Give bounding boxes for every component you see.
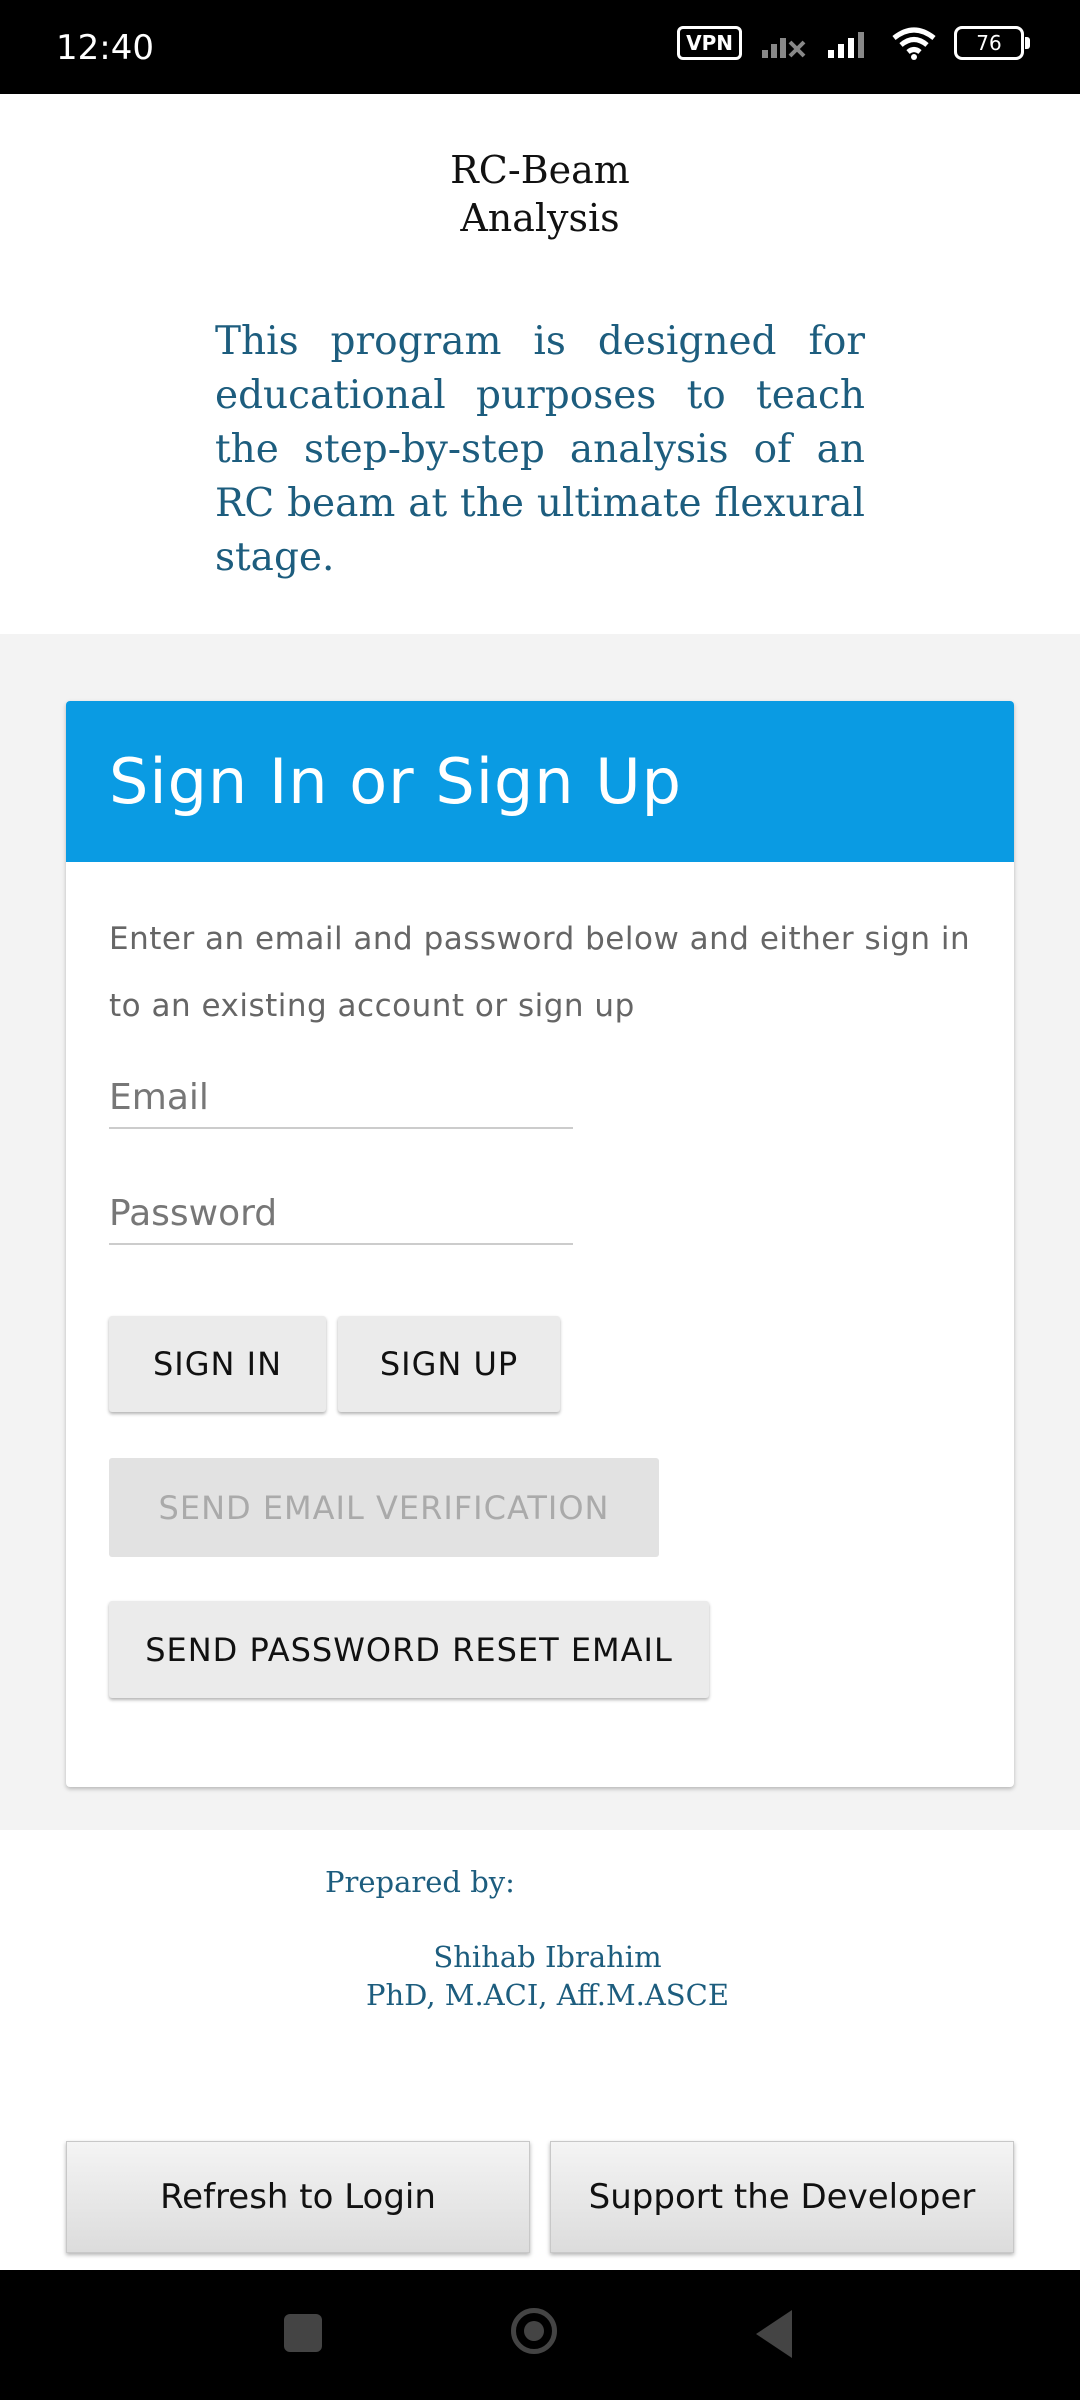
sign-in-button[interactable]: SIGN IN xyxy=(109,1316,326,1412)
send-password-reset-button[interactable]: SEND PASSWORD RESET EMAIL xyxy=(109,1601,709,1698)
title-line: Analysis xyxy=(460,196,620,240)
page-title: RC-Beam Analysis xyxy=(0,146,1080,242)
auth-card-title: Sign In or Sign Up xyxy=(109,745,683,818)
signal-icon xyxy=(828,32,864,58)
status-icons: VPN 76 xyxy=(677,26,1030,60)
status-bar: 12:40 VPN 76 xyxy=(0,0,1080,94)
send-email-verification-button[interactable]: SEND EMAIL VERIFICATION xyxy=(109,1458,659,1557)
email-field[interactable] xyxy=(109,1067,573,1127)
sign-up-button[interactable]: SIGN UP xyxy=(338,1316,560,1412)
back-icon[interactable] xyxy=(756,2310,792,2358)
vpn-icon: VPN xyxy=(677,26,742,60)
recents-icon[interactable] xyxy=(284,2314,322,2352)
author-credits: Shihab Ibrahim PhD, M.ACI, Aff.M.ASCE xyxy=(0,1938,1080,2014)
author-name: Shihab Ibrahim xyxy=(433,1940,662,1974)
navigation-bar xyxy=(0,2270,1080,2400)
author-degrees: PhD, M.ACI, Aff.M.ASCE xyxy=(365,1978,730,2012)
signal-off-icon xyxy=(762,38,806,58)
auth-description: Enter an email and password below and ei… xyxy=(109,921,971,1024)
home-icon[interactable] xyxy=(511,2308,557,2354)
auth-card: Sign In or Sign Up Enter an email and pa… xyxy=(66,701,1014,1787)
password-field-wrapper xyxy=(109,1183,573,1245)
wifi-icon xyxy=(892,27,936,60)
email-field-wrapper xyxy=(109,1067,573,1129)
prepared-by-label: Prepared by: xyxy=(325,1865,515,1899)
title-line: RC-Beam xyxy=(450,148,630,192)
support-developer-button[interactable]: Support the Developer xyxy=(550,2141,1014,2253)
password-field[interactable] xyxy=(109,1183,573,1243)
status-time: 12:40 xyxy=(56,28,154,68)
refresh-to-login-button[interactable]: Refresh to Login xyxy=(66,2141,530,2253)
battery-icon: 76 xyxy=(954,26,1030,60)
auth-card-header: Sign In or Sign Up xyxy=(66,701,1014,862)
intro-text: This program is designed for educational… xyxy=(215,319,865,580)
